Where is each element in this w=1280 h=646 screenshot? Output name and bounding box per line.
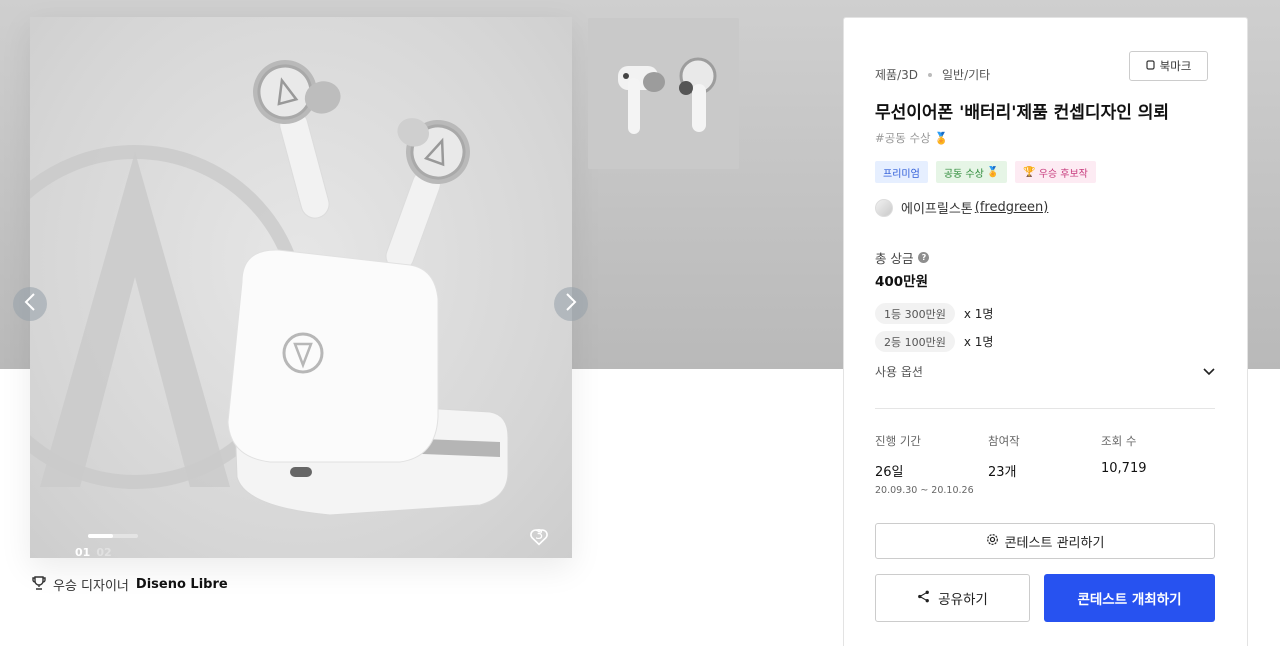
next-image-button[interactable] <box>554 287 588 321</box>
options-toggle[interactable]: 사용 옵션 <box>875 363 1215 380</box>
host-contest-button[interactable]: 콘테스트 개최하기 <box>1044 574 1215 622</box>
total-slides: 02 <box>96 546 112 558</box>
category-breadcrumb: 제품/3D 일반/기타 <box>875 66 990 83</box>
gear-icon <box>986 533 999 550</box>
badge-list: 프리미엄 공동 수상 🏅 🏆 우승 후보작 <box>875 161 1096 183</box>
contest-info-panel: 제품/3D 일반/기타 북마크 무선이어폰 '배터리'제품 컨셉디자인 의뢰 #… <box>843 17 1248 646</box>
chevron-left-icon <box>24 293 36 315</box>
separator-dot <box>928 72 932 77</box>
client-info[interactable]: 에이프릴스톤 (fredgreen) <box>875 198 1048 217</box>
share-label: 공유하기 <box>938 592 988 608</box>
bookmark-icon <box>1146 59 1155 73</box>
subcategory[interactable]: 일반/기타 <box>942 66 990 83</box>
options-label: 사용 옵션 <box>875 365 923 379</box>
thumbnail-earbuds-render <box>588 18 739 169</box>
trophy-icon: 🏆 <box>1023 166 1036 178</box>
contest-detail-page: 01 02 3 우승 디자이너 Diseno Libre 제품/3D 일반/기타… <box>0 0 1280 646</box>
share-icon <box>917 590 930 607</box>
category[interactable]: 제품/3D <box>875 66 918 83</box>
stat-views: 조회 수 10,719 <box>1101 433 1147 476</box>
thumbnail-image[interactable] <box>588 18 739 169</box>
premium-badge: 프리미엄 <box>875 161 928 183</box>
stat-value: 26일 <box>875 465 904 480</box>
prize-tier-count: x 1명 <box>963 307 994 321</box>
prize-tier-name: 1등 300만원 <box>875 303 955 324</box>
stat-label: 참여작 <box>988 434 1020 448</box>
winner-label: 우승 디자이너 <box>53 579 129 594</box>
prize-tier-name: 2등 100만원 <box>875 331 955 352</box>
bookmark-button[interactable]: 북마크 <box>1129 51 1208 81</box>
like-button[interactable]: 3 <box>529 528 548 546</box>
badge-label: 우승 후보작 <box>1038 168 1088 180</box>
badge-label: 프리미엄 <box>883 168 920 180</box>
earbuds-render <box>30 60 509 516</box>
manage-contest-label: 콘테스트 관리하기 <box>1004 535 1105 551</box>
stat-entries: 참여작 23개 <box>988 433 1020 480</box>
contest-tagline: #공동 수상 🏅 <box>875 131 949 145</box>
winner-designer: 우승 디자이너 Diseno Libre <box>32 575 228 594</box>
share-button[interactable]: 공유하기 <box>875 574 1030 622</box>
winner-candidate-badge: 🏆 우승 후보작 <box>1015 161 1096 183</box>
avatar <box>875 198 893 217</box>
host-contest-label: 콘테스트 개최하기 <box>1077 592 1182 608</box>
badge-label: 공동 수상 <box>943 168 984 180</box>
prize-tier-count: x 1명 <box>963 335 994 349</box>
stat-label: 진행 기간 <box>875 434 921 448</box>
bookmark-label: 북마크 <box>1159 59 1192 73</box>
slide-progress-fill <box>88 534 113 538</box>
prize-tier: 2등 100만원 x 1명 <box>875 331 993 352</box>
client-name: 에이프릴스톤 <box>901 202 973 217</box>
current-slide: 01 <box>75 546 91 558</box>
divider <box>875 408 1215 409</box>
stat-label: 조회 수 <box>1101 434 1137 448</box>
prize-label: 총 상금 ? <box>875 248 930 267</box>
contest-title: 무선이어폰 '배터리'제품 컨셉디자인 의뢰 <box>875 103 1170 123</box>
medal-icon: 🏅 <box>986 166 1000 178</box>
help-icon[interactable]: ? <box>918 252 930 263</box>
trophy-icon <box>32 575 46 594</box>
slide-counter: 01 02 <box>75 546 112 558</box>
period-range: 20.09.30 ~ 20.10.26 <box>875 485 974 496</box>
chevron-down-icon <box>1203 365 1215 379</box>
stat-value: 23개 <box>988 465 1017 480</box>
slide-progress-bar <box>88 534 138 538</box>
stat-value: 10,719 <box>1101 461 1147 476</box>
main-product-image[interactable]: 01 02 3 <box>30 17 572 558</box>
manage-contest-button[interactable]: 콘테스트 관리하기 <box>875 523 1215 559</box>
prize-label-text: 총 상금 <box>875 251 914 266</box>
prize-total: 400만원 <box>875 274 929 290</box>
previous-image-button[interactable] <box>13 287 47 321</box>
client-handle[interactable]: (fredgreen) <box>975 200 1049 215</box>
stat-period: 진행 기간 26일 20.09.30 ~ 20.10.26 <box>875 433 974 496</box>
prize-tier: 1등 300만원 x 1명 <box>875 303 993 324</box>
joint-award-badge: 공동 수상 🏅 <box>935 161 1008 183</box>
chevron-right-icon <box>565 293 577 315</box>
winner-name[interactable]: Diseno Libre <box>136 577 228 592</box>
